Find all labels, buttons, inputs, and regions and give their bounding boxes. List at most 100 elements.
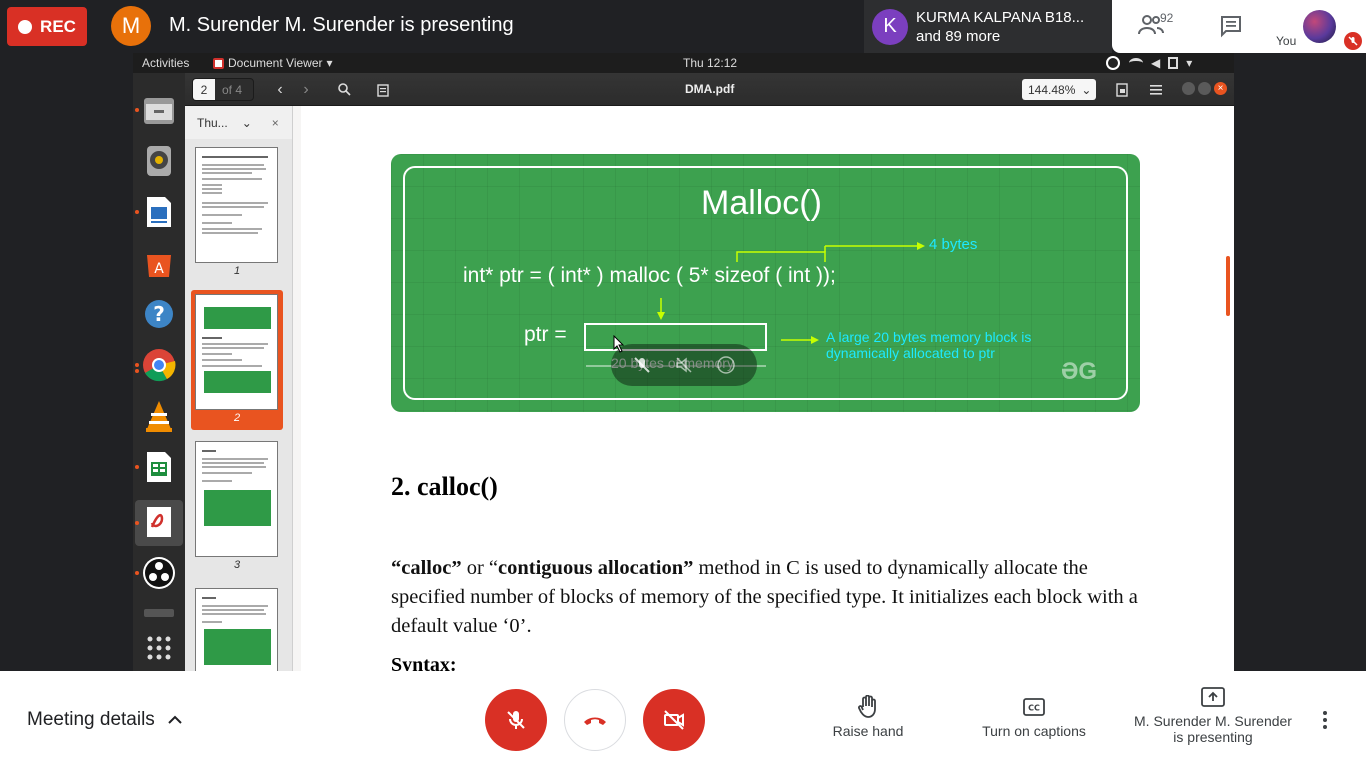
chat-button[interactable] — [1219, 14, 1243, 43]
mic-off-icon — [507, 711, 525, 729]
self-mic-off-icon — [1344, 32, 1362, 50]
camera-toggle-button[interactable] — [643, 689, 705, 751]
thumbnail-page-2[interactable]: 2 — [191, 290, 283, 430]
speaker-avatar: K — [872, 8, 908, 45]
presenter-overlay-controls[interactable] — [611, 344, 757, 386]
present-now-button[interactable]: M. Surender M. Surender is presenting — [1126, 685, 1300, 745]
svg-text:CC: CC — [1028, 704, 1040, 713]
section-heading: 2. calloc() — [391, 472, 498, 501]
mic-off-icon — [634, 357, 650, 373]
participant-count: 92 — [1160, 11, 1174, 25]
obs-tray-icon — [1106, 56, 1120, 70]
dock-running-indicator — [135, 571, 139, 575]
thumbnail-page-1[interactable]: 1 — [191, 143, 283, 283]
mouse-cursor-icon — [613, 335, 625, 353]
document-title: DMA.pdf — [685, 82, 735, 96]
captions-label: Turn on captions — [982, 723, 1086, 739]
meet-bottom-bar: Meeting details Raise hand CC Turn on ca… — [0, 671, 1366, 768]
shared-screen: Activities Document Viewer ▾ Thu 12:12 ◀… — [133, 53, 1234, 671]
search-icon — [337, 83, 351, 96]
body-paragraph: “calloc” or “contiguous allocation” meth… — [391, 554, 1151, 641]
calc-icon[interactable] — [141, 449, 177, 485]
battery-icon — [1168, 57, 1179, 69]
writer-icon[interactable] — [141, 194, 177, 230]
figure-description-line-2: dynamically allocated to ptr — [826, 345, 995, 361]
software-icon[interactable]: A — [141, 245, 177, 281]
active-speaker-card[interactable]: K KURMA KALPANA B18... and 89 more — [864, 0, 1112, 53]
system-tray[interactable]: ◀ ▾ — [1105, 55, 1192, 71]
raise-hand-button[interactable]: Raise hand — [826, 695, 910, 739]
previous-page-button[interactable]: ‹ — [267, 78, 293, 101]
meeting-details-button[interactable]: Meeting details — [27, 709, 183, 731]
main-menu-button[interactable] — [1143, 78, 1169, 101]
zoom-value: 144.48% — [1028, 82, 1076, 97]
chevron-left-icon: ‹ — [277, 80, 283, 98]
view-mode-button[interactable] — [1109, 78, 1135, 101]
top-right-panel: 92 You — [1112, 0, 1366, 53]
gnome-top-bar: Activities Document Viewer ▾ Thu 12:12 ◀… — [133, 53, 1234, 73]
dock-running-indicator — [135, 210, 139, 214]
zoom-select[interactable]: 144.48% ⌄ — [1022, 79, 1096, 100]
mic-toggle-button[interactable] — [485, 689, 547, 751]
sidebar-mode-label[interactable]: Thu... — [197, 116, 228, 130]
chevron-right-icon: › — [303, 80, 309, 98]
close-window-icon[interactable]: × — [1214, 82, 1227, 95]
viewer-header-bar: 2 of 4 ‹ › DMA.pdf 144.48% ⌄ × — [185, 73, 1234, 106]
clock[interactable]: Thu 12:12 — [683, 56, 737, 70]
thumbnail-number: 2 — [233, 412, 241, 424]
chevron-up-icon — [168, 715, 182, 724]
dock-running-indicator — [135, 465, 139, 469]
self-avatar[interactable] — [1303, 10, 1336, 43]
sidebar-close-icon[interactable]: × — [272, 116, 279, 130]
document-viewer-window: 2 of 4 ‹ › DMA.pdf 144.48% ⌄ × Thu... ⌄ … — [185, 73, 1234, 671]
apps-grid-icon[interactable] — [141, 630, 177, 666]
document-scrollbar[interactable] — [1226, 256, 1230, 316]
dock-running-indicator — [135, 521, 139, 525]
app-menu-arrow-icon: ▾ — [326, 56, 333, 70]
document-viewer-icon[interactable] — [141, 504, 177, 540]
help-icon[interactable]: ? — [141, 296, 177, 332]
page-current-input[interactable]: 2 — [193, 79, 215, 100]
keyboard-icon[interactable] — [141, 603, 177, 623]
thumbnail-list[interactable]: 1 2 3 — [185, 139, 292, 671]
para-or: or “ — [461, 557, 499, 579]
obs-icon[interactable] — [141, 555, 177, 591]
annotations-button[interactable] — [370, 78, 396, 101]
captions-button[interactable]: CC Turn on captions — [973, 695, 1095, 739]
search-button[interactable] — [331, 78, 357, 101]
camera-off-icon — [664, 710, 684, 730]
thumbnail-page-3[interactable]: 3 — [191, 437, 283, 577]
app-menu[interactable]: Document Viewer ▾ — [213, 56, 333, 70]
files-icon[interactable] — [141, 92, 177, 128]
para-term-1: “calloc” — [391, 557, 462, 579]
leave-call-button[interactable] — [564, 689, 626, 751]
chevron-down-icon[interactable]: ⌄ — [242, 116, 252, 130]
activities-button[interactable]: Activities — [142, 56, 189, 70]
dock-running-indicator — [135, 369, 139, 373]
para-term-2: contiguous allocation” — [498, 557, 694, 579]
recording-badge: REC — [7, 7, 87, 46]
meeting-details-label: Meeting details — [27, 709, 155, 730]
next-page-button[interactable]: › — [293, 78, 319, 101]
maximize-icon[interactable] — [1198, 82, 1211, 95]
chrome-icon[interactable] — [141, 347, 177, 383]
more-vertical-icon — [1323, 711, 1327, 729]
document-page[interactable]: Malloc() 4 bytes int* ptr = ( int* ) mal… — [301, 106, 1234, 671]
page-selector[interactable]: 2 of 4 — [192, 78, 254, 101]
more-options-button[interactable] — [1322, 711, 1328, 734]
thumbnail-number: 1 — [233, 265, 241, 277]
presenting-line-2: is presenting — [1173, 729, 1253, 745]
ubuntu-dock: A ? — [133, 73, 185, 671]
vlc-icon[interactable] — [141, 398, 177, 434]
thumbnail-image — [195, 441, 278, 557]
rhythmbox-icon[interactable] — [141, 143, 177, 179]
wifi-icon — [1129, 58, 1143, 68]
thumbnail-page-4[interactable] — [191, 584, 283, 671]
dock-running-indicator — [135, 108, 139, 112]
minimize-icon[interactable] — [1182, 82, 1195, 95]
thumbnail-number: 3 — [233, 559, 241, 571]
thumbnail-sidebar: Thu... ⌄ × 1 2 3 — [185, 106, 293, 671]
raise-hand-label: Raise hand — [832, 723, 904, 739]
chevron-down-icon: ⌄ — [1081, 82, 1092, 97]
presenting-title: M. Surender M. Surender is presenting — [169, 14, 514, 36]
